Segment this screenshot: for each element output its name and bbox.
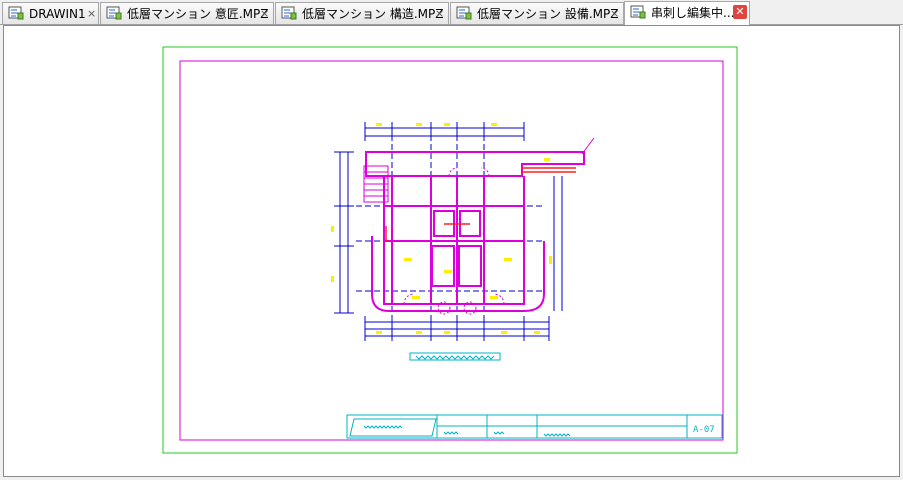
sheet-inner-frame (179, 60, 724, 441)
tab-structure-mpz[interactable]: 低層マンション 構造.MPZ × (275, 2, 449, 24)
tab-cross-editing[interactable]: 串刺し編集中... ✕ (624, 1, 750, 25)
floor-plan-walls (365, 151, 585, 312)
title-block (346, 414, 723, 439)
tab-label: 低層マンション 構造.MPZ (302, 7, 444, 21)
cad-document-icon (456, 6, 472, 20)
drawing-title-label (409, 352, 501, 361)
drawing-canvas[interactable]: A-07 (3, 25, 900, 477)
tab-close-icon[interactable]: × (435, 4, 444, 24)
tab-equipment-mpz[interactable]: 低層マンション 設備.MPZ × (450, 2, 624, 24)
tab-close-icon[interactable]: × (87, 4, 96, 24)
tab-label: DRAWIN1 (29, 7, 86, 21)
cad-drawing: A-07 (162, 46, 738, 454)
cad-document-icon (281, 6, 297, 20)
sheet-number: A-07 (693, 425, 715, 435)
tab-drawin1[interactable]: DRAWIN1 × (2, 2, 99, 24)
bottom-dimension-lines (364, 316, 550, 341)
tab-close-icon[interactable]: ✕ (733, 5, 747, 19)
tab-close-icon[interactable]: × (610, 4, 619, 24)
sheet-outer-frame (162, 46, 738, 454)
tab-close-icon[interactable]: × (260, 4, 269, 24)
tab-label: 串刺し編集中... (651, 6, 735, 20)
cad-document-icon (630, 5, 646, 19)
cad-document-icon (8, 6, 24, 20)
document-tab-bar: DRAWIN1 × 低層マンション 意匠.MPZ × 低層マンション 構造.MP… (0, 0, 903, 25)
tab-label: 低層マンション 意匠.MPZ (127, 7, 269, 21)
tab-label: 低層マンション 設備.MPZ (477, 7, 619, 21)
section-mark (581, 137, 595, 155)
tab-design-mpz[interactable]: 低層マンション 意匠.MPZ × (100, 2, 274, 24)
cad-document-icon (106, 6, 122, 20)
